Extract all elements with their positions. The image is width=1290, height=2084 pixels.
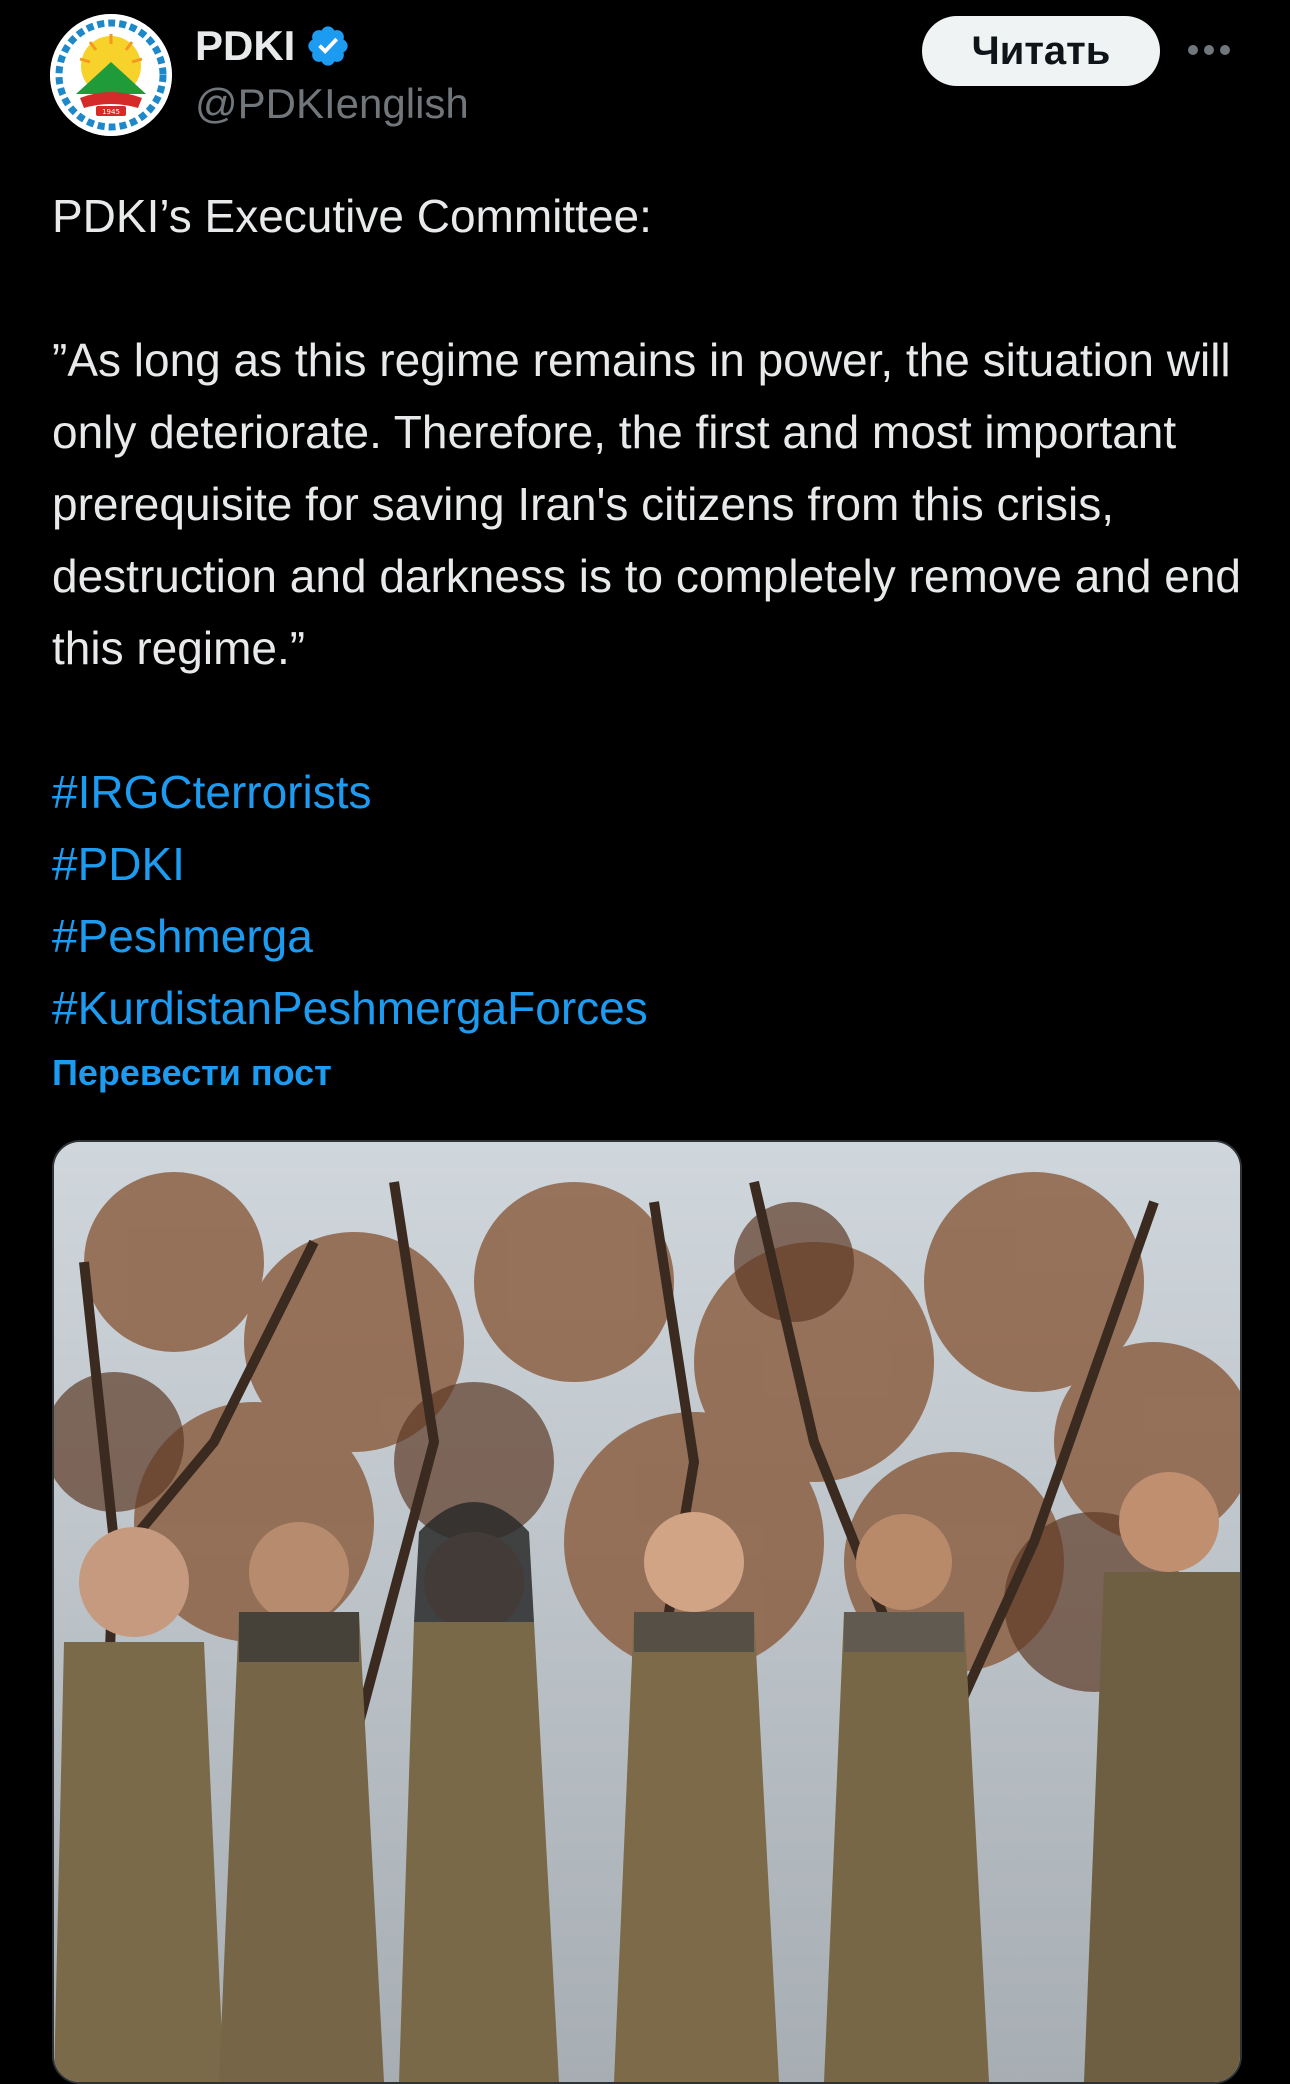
hashtag-link[interactable]: #IRGCterrorists bbox=[52, 756, 1242, 828]
tweet-text: PDKI’s Executive Committee: ”As long as … bbox=[52, 180, 1242, 1044]
avatar[interactable]: 1945 bbox=[50, 14, 172, 136]
tweet-media-photo[interactable] bbox=[52, 1140, 1242, 2084]
tweet-header: 1945 PDKI @PDKIenglish Читать bbox=[0, 0, 1290, 150]
translate-post-link[interactable]: Перевести пост bbox=[52, 1052, 332, 1094]
tweet-quote: ”As long as this regime remains in power… bbox=[52, 334, 1241, 674]
more-horizontal-icon[interactable] bbox=[1188, 40, 1236, 60]
tweet-intro-line: PDKI’s Executive Committee: bbox=[52, 190, 652, 242]
author-handle[interactable]: @PDKIenglish bbox=[195, 80, 469, 128]
author-name[interactable]: PDKI bbox=[195, 22, 295, 70]
pdki-logo-icon: 1945 bbox=[50, 14, 172, 136]
hashtag-link[interactable]: #PDKI bbox=[52, 828, 1242, 900]
hashtag-link[interactable]: #KurdistanPeshmergaForces bbox=[52, 972, 1242, 1044]
follow-button[interactable]: Читать bbox=[922, 16, 1160, 86]
photo-group-in-forest bbox=[54, 1142, 1240, 2082]
svg-text:1945: 1945 bbox=[102, 108, 120, 116]
verified-badge-icon bbox=[308, 26, 349, 66]
display-name[interactable]: PDKI bbox=[195, 22, 351, 70]
hashtag-link[interactable]: #Peshmerga bbox=[52, 900, 1242, 972]
